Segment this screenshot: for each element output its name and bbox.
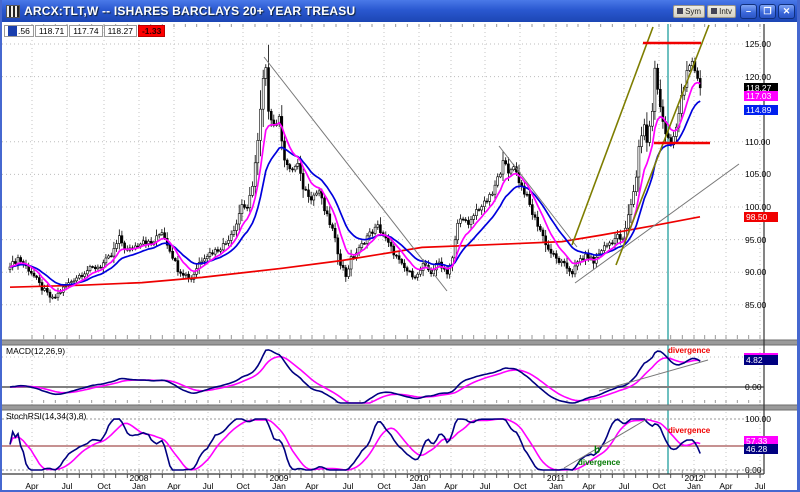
time-tick-year: 2008 xyxy=(130,473,149,483)
time-tick-month: Jul xyxy=(619,481,630,491)
quote-value: .56 xyxy=(4,25,34,37)
symbol-icon xyxy=(677,8,683,14)
time-axis: AprJulOctJan2008AprJulOctJan2009AprJulOc… xyxy=(2,472,797,490)
quote-value: 118.27 xyxy=(104,25,137,37)
selected-chip xyxy=(8,26,17,36)
chart-plot xyxy=(2,22,797,490)
time-tick-year: 2009 xyxy=(270,473,289,483)
close-button[interactable]: ✕ xyxy=(778,4,795,19)
stoch-b-annotation: b xyxy=(594,445,600,456)
time-tick-month: Apr xyxy=(444,481,457,491)
interval-button[interactable]: Intv xyxy=(707,5,736,18)
time-tick-month: Oct xyxy=(377,481,390,491)
time-tick-month: Oct xyxy=(97,481,110,491)
time-tick-month: Jul xyxy=(203,481,214,491)
macd-panel-label: MACD(12,26,9) xyxy=(6,346,65,356)
symbol-button[interactable]: Sym xyxy=(673,5,705,18)
time-tick-year: 2010 xyxy=(410,473,429,483)
quote-value: -1.33 xyxy=(138,25,165,37)
title-bar: ARCX:TLT,W -- ISHARES BARCLAYS 20+ YEAR … xyxy=(2,0,797,22)
time-tick-month: Oct xyxy=(236,481,249,491)
minimize-button[interactable]: – xyxy=(740,4,757,19)
time-tick-month: Oct xyxy=(652,481,665,491)
time-tick-year: 2011 xyxy=(547,473,565,483)
time-tick-month: Oct xyxy=(513,481,526,491)
quote-value: 118.71 xyxy=(35,25,68,37)
time-tick-month: Apr xyxy=(25,481,38,491)
app-icon xyxy=(6,5,20,18)
time-tick-month: Jul xyxy=(343,481,354,491)
macd-divergence-annotation: divergence xyxy=(668,346,710,355)
time-tick-month: Apr xyxy=(167,481,180,491)
time-tick-month: Apr xyxy=(719,481,732,491)
time-tick-month: Apr xyxy=(582,481,595,491)
time-tick-month: Jul xyxy=(480,481,491,491)
time-tick-year: 2012 xyxy=(685,473,704,483)
maximize-button[interactable]: ❐ xyxy=(759,4,776,19)
chart-window: ARCX:TLT,W -- ISHARES BARCLAYS 20+ YEAR … xyxy=(0,0,800,492)
stoch-divergence-annotation-green: divergence xyxy=(578,458,620,467)
window-title: ARCX:TLT,W -- ISHARES BARCLAYS 20+ YEAR … xyxy=(24,4,355,18)
time-tick-month: Apr xyxy=(305,481,318,491)
time-tick-month: Jul xyxy=(755,481,766,491)
quote-row: .56118.71117.74118.27-1.33 xyxy=(4,25,166,37)
stoch-divergence-annotation-red: divergence xyxy=(668,426,710,435)
time-tick-month: Jul xyxy=(62,481,73,491)
quote-value: 117.74 xyxy=(69,25,102,37)
stochrsi-panel-label: StochRSI(14,34(3),8) xyxy=(6,411,86,421)
chart-canvas[interactable]: .56118.71117.74118.27-1.33 MACD(12,26,9)… xyxy=(2,22,797,490)
interval-icon xyxy=(711,8,717,14)
